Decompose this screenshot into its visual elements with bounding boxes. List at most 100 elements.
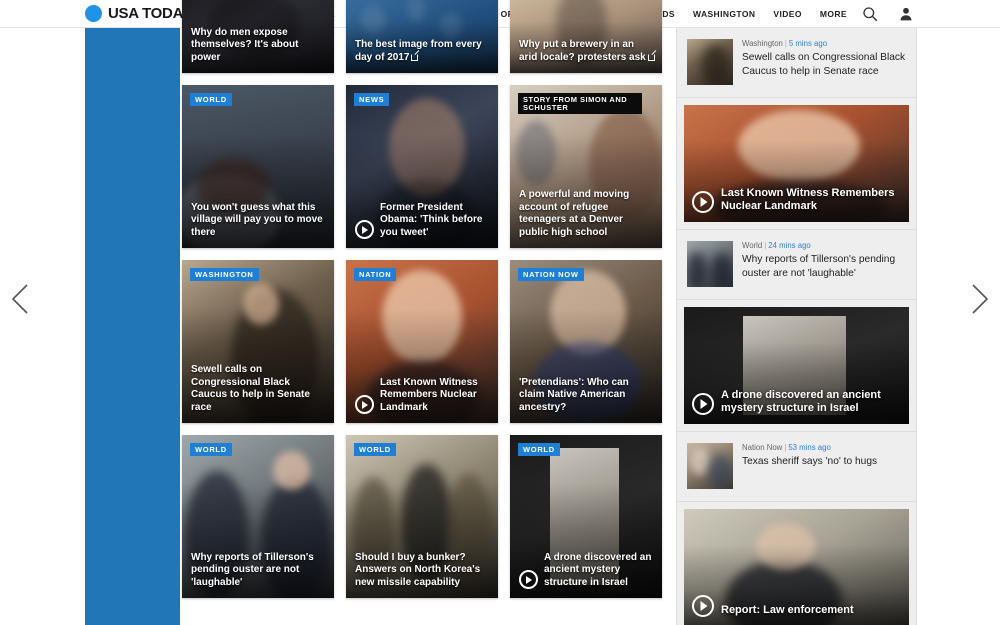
story-card[interactable]: Why do men expose themselves? It's about… [182,0,334,73]
card-title: Former President Obama: 'Think before yo… [380,201,483,239]
sidebar-timestamp: 24 mins ago [768,241,811,250]
card-category-tag: WORLD [190,443,232,456]
sidebar-text: Washington | 5 mins ago Sewell calls on Co… [742,39,906,85]
sidebar-meta: Nation Now | 53 mins ago [742,443,831,452]
sidebar-video-thumbnail: Last Known Witness Remembers Nuclear Lan… [684,105,909,222]
sidebar-thumbnail [687,241,733,287]
card-footer: Sewell calls on Congressional Black Cauc… [191,364,327,415]
card-footer: Why do men expose themselves? It's about… [191,27,327,65]
logo-circle-icon [85,5,102,22]
card-row: WORLD Why reports of Tillerson's pending… [182,435,662,598]
header-actions [862,6,914,22]
story-card[interactable]: NATION Last Known Witness Remembers Nucl… [346,260,498,423]
card-title: Why do men expose themselves? It's about… [191,26,299,64]
sidebar-headline: Why reports of Tillerson's pending ouste… [742,254,896,279]
card-footer: A drone discovered an ancient mystery st… [519,552,655,590]
play-button-icon[interactable] [355,220,374,239]
sidebar-story-item[interactable]: Nation Now | 53 mins ago Texas sheriff say… [677,432,916,502]
story-card[interactable]: Why put a brewery in an arid locale? pro… [510,0,662,73]
card-title: A drone discovered an ancient mystery st… [544,551,652,589]
sidebar-video-thumbnail: Report: Law enforcement [684,509,909,625]
card-title: 'Pretendians': Who can claim Native Amer… [519,376,629,414]
sidebar-meta: World | 24 mins ago [742,241,811,250]
story-card[interactable]: WASHINGTON Sewell calls on Congressional… [182,260,334,423]
sidebar-video-item[interactable]: Last Known Witness Remembers Nuclear Lan… [677,98,916,230]
card-footer: Why reports of Tillerson's pending ouste… [191,552,327,590]
sidebar-section: Nation Now [742,443,783,452]
story-card[interactable]: WORLD You won't guess what this village … [182,85,334,248]
card-footer: Last Known Witness Remembers Nuclear Lan… [355,377,491,415]
story-card[interactable]: NATION NOW 'Pretendians': Who can claim … [510,260,662,423]
sponsored-card[interactable]: STORY FROM SIMON AND SCHUSTER A powerful… [510,85,662,248]
card-footer: Why put a brewery in an arid locale? pro… [519,39,655,65]
card-category-tag: WORLD [518,443,560,456]
story-card[interactable]: The best image from every day of 2017 [346,0,498,73]
sidebar-story-item[interactable]: World | 24 mins ago Why reports of Tillers… [677,230,916,300]
card-category-tag: WASHINGTON [190,268,259,281]
card-category-tag: NATION [354,268,397,281]
card-title-text: Why put a brewery in an arid locale? pro… [519,39,646,64]
external-link-icon [411,54,419,62]
card-category-tag: NATION NOW [518,268,584,281]
card-row: WASHINGTON Sewell calls on Congressional… [182,260,662,423]
card-footer: Former President Obama: 'Think before yo… [355,202,491,240]
sidebar-thumbnail [687,39,733,85]
card-title: You won't guess what this village will p… [191,201,323,239]
story-card-grid: Why do men expose themselves? It's about… [182,0,662,625]
sidebar-video-caption: A drone discovered an ancient mystery st… [692,389,901,417]
story-card[interactable]: WORLD A drone discovered an ancient myst… [510,435,662,598]
sidebar-video-thumbnail: A drone discovered an ancient mystery st… [684,307,909,424]
card-title: Why reports of Tillerson's pending ouste… [191,551,314,589]
play-button-icon[interactable] [692,393,714,415]
chevron-left-icon[interactable] [8,282,34,316]
left-accent-rail [85,28,180,625]
sponsor-tag: STORY FROM SIMON AND SCHUSTER [518,93,642,114]
sidebar-headline: Texas sheriff says 'no' to hugs [742,456,878,467]
nav-item-washington[interactable]: WASHINGTON [684,0,764,28]
brand-name: USA TODAY [108,5,192,22]
play-button-icon[interactable] [519,570,538,589]
card-title: A powerful and moving account of refugee… [519,188,630,239]
card-category-tag: NEWS [354,93,390,106]
sidebar-section: World [742,241,763,250]
card-title: Why put a brewery in an arid locale? pro… [519,39,655,65]
play-button-icon[interactable] [692,191,714,213]
card-footer: You won't guess what this village will p… [191,202,327,240]
sidebar-headline: Sewell calls on Congressional Black Cauc… [742,52,906,77]
story-card[interactable]: WORLD Should I buy a bunker? Answers on … [346,435,498,598]
story-card[interactable]: WORLD Why reports of Tillerson's pending… [182,435,334,598]
external-link-icon [647,54,655,62]
card-title: Last Known Witness Remembers Nuclear Lan… [380,376,478,414]
sidebar-video-caption: Last Known Witness Remembers Nuclear Lan… [692,187,901,215]
play-button-icon[interactable] [355,395,374,414]
card-row: WORLD You won't guess what this village … [182,85,662,248]
card-footer: 'Pretendians': Who can claim Native Amer… [519,377,655,415]
sidebar-video-headline: Report: Law enforcement [721,604,854,617]
sidebar-text: World | 24 mins ago Why reports of Tillers… [742,241,906,287]
search-icon[interactable] [862,6,878,22]
card-footer: A powerful and moving account of refugee… [519,189,655,240]
sidebar-timestamp: 53 mins ago [788,443,831,452]
usa-today-logo[interactable]: USA TODAY [85,5,192,22]
sidebar-video-item[interactable]: Report: Law enforcement [677,502,916,625]
user-account-icon[interactable] [898,6,914,22]
card-category-tag: WORLD [190,93,232,106]
card-footer: Should I buy a bunker? Answers on North … [355,552,491,590]
sidebar-story-item[interactable]: Washington | 5 mins ago Sewell calls on Co… [677,28,916,98]
story-card[interactable]: NEWS Former President Obama: 'Think befo… [346,85,498,248]
card-category-tag: WORLD [354,443,396,456]
sidebar-thumbnail [687,443,733,489]
sidebar-text: Nation Now | 53 mins ago Texas sheriff say… [742,443,906,489]
chevron-right-icon[interactable] [966,282,992,316]
play-button-icon[interactable] [692,595,714,617]
card-title: Should I buy a bunker? Answers on North … [355,551,481,589]
sidebar-timestamp: 5 mins ago [788,39,828,48]
latest-news-sidebar[interactable]: Washington | 5 mins ago Sewell calls on Co… [676,28,917,625]
sidebar-video-item[interactable]: A drone discovered an ancient mystery st… [677,300,916,432]
nav-item-more[interactable]: MORE [811,0,856,28]
sidebar-video-headline: Last Known Witness Remembers Nuclear Lan… [721,186,895,213]
sidebar-meta: Washington | 5 mins ago [742,39,828,48]
card-title: Sewell calls on Congressional Black Cauc… [191,363,310,414]
nav-item-video[interactable]: VIDEO [764,0,810,28]
card-title: The best image from every day of 2017 [355,39,491,65]
